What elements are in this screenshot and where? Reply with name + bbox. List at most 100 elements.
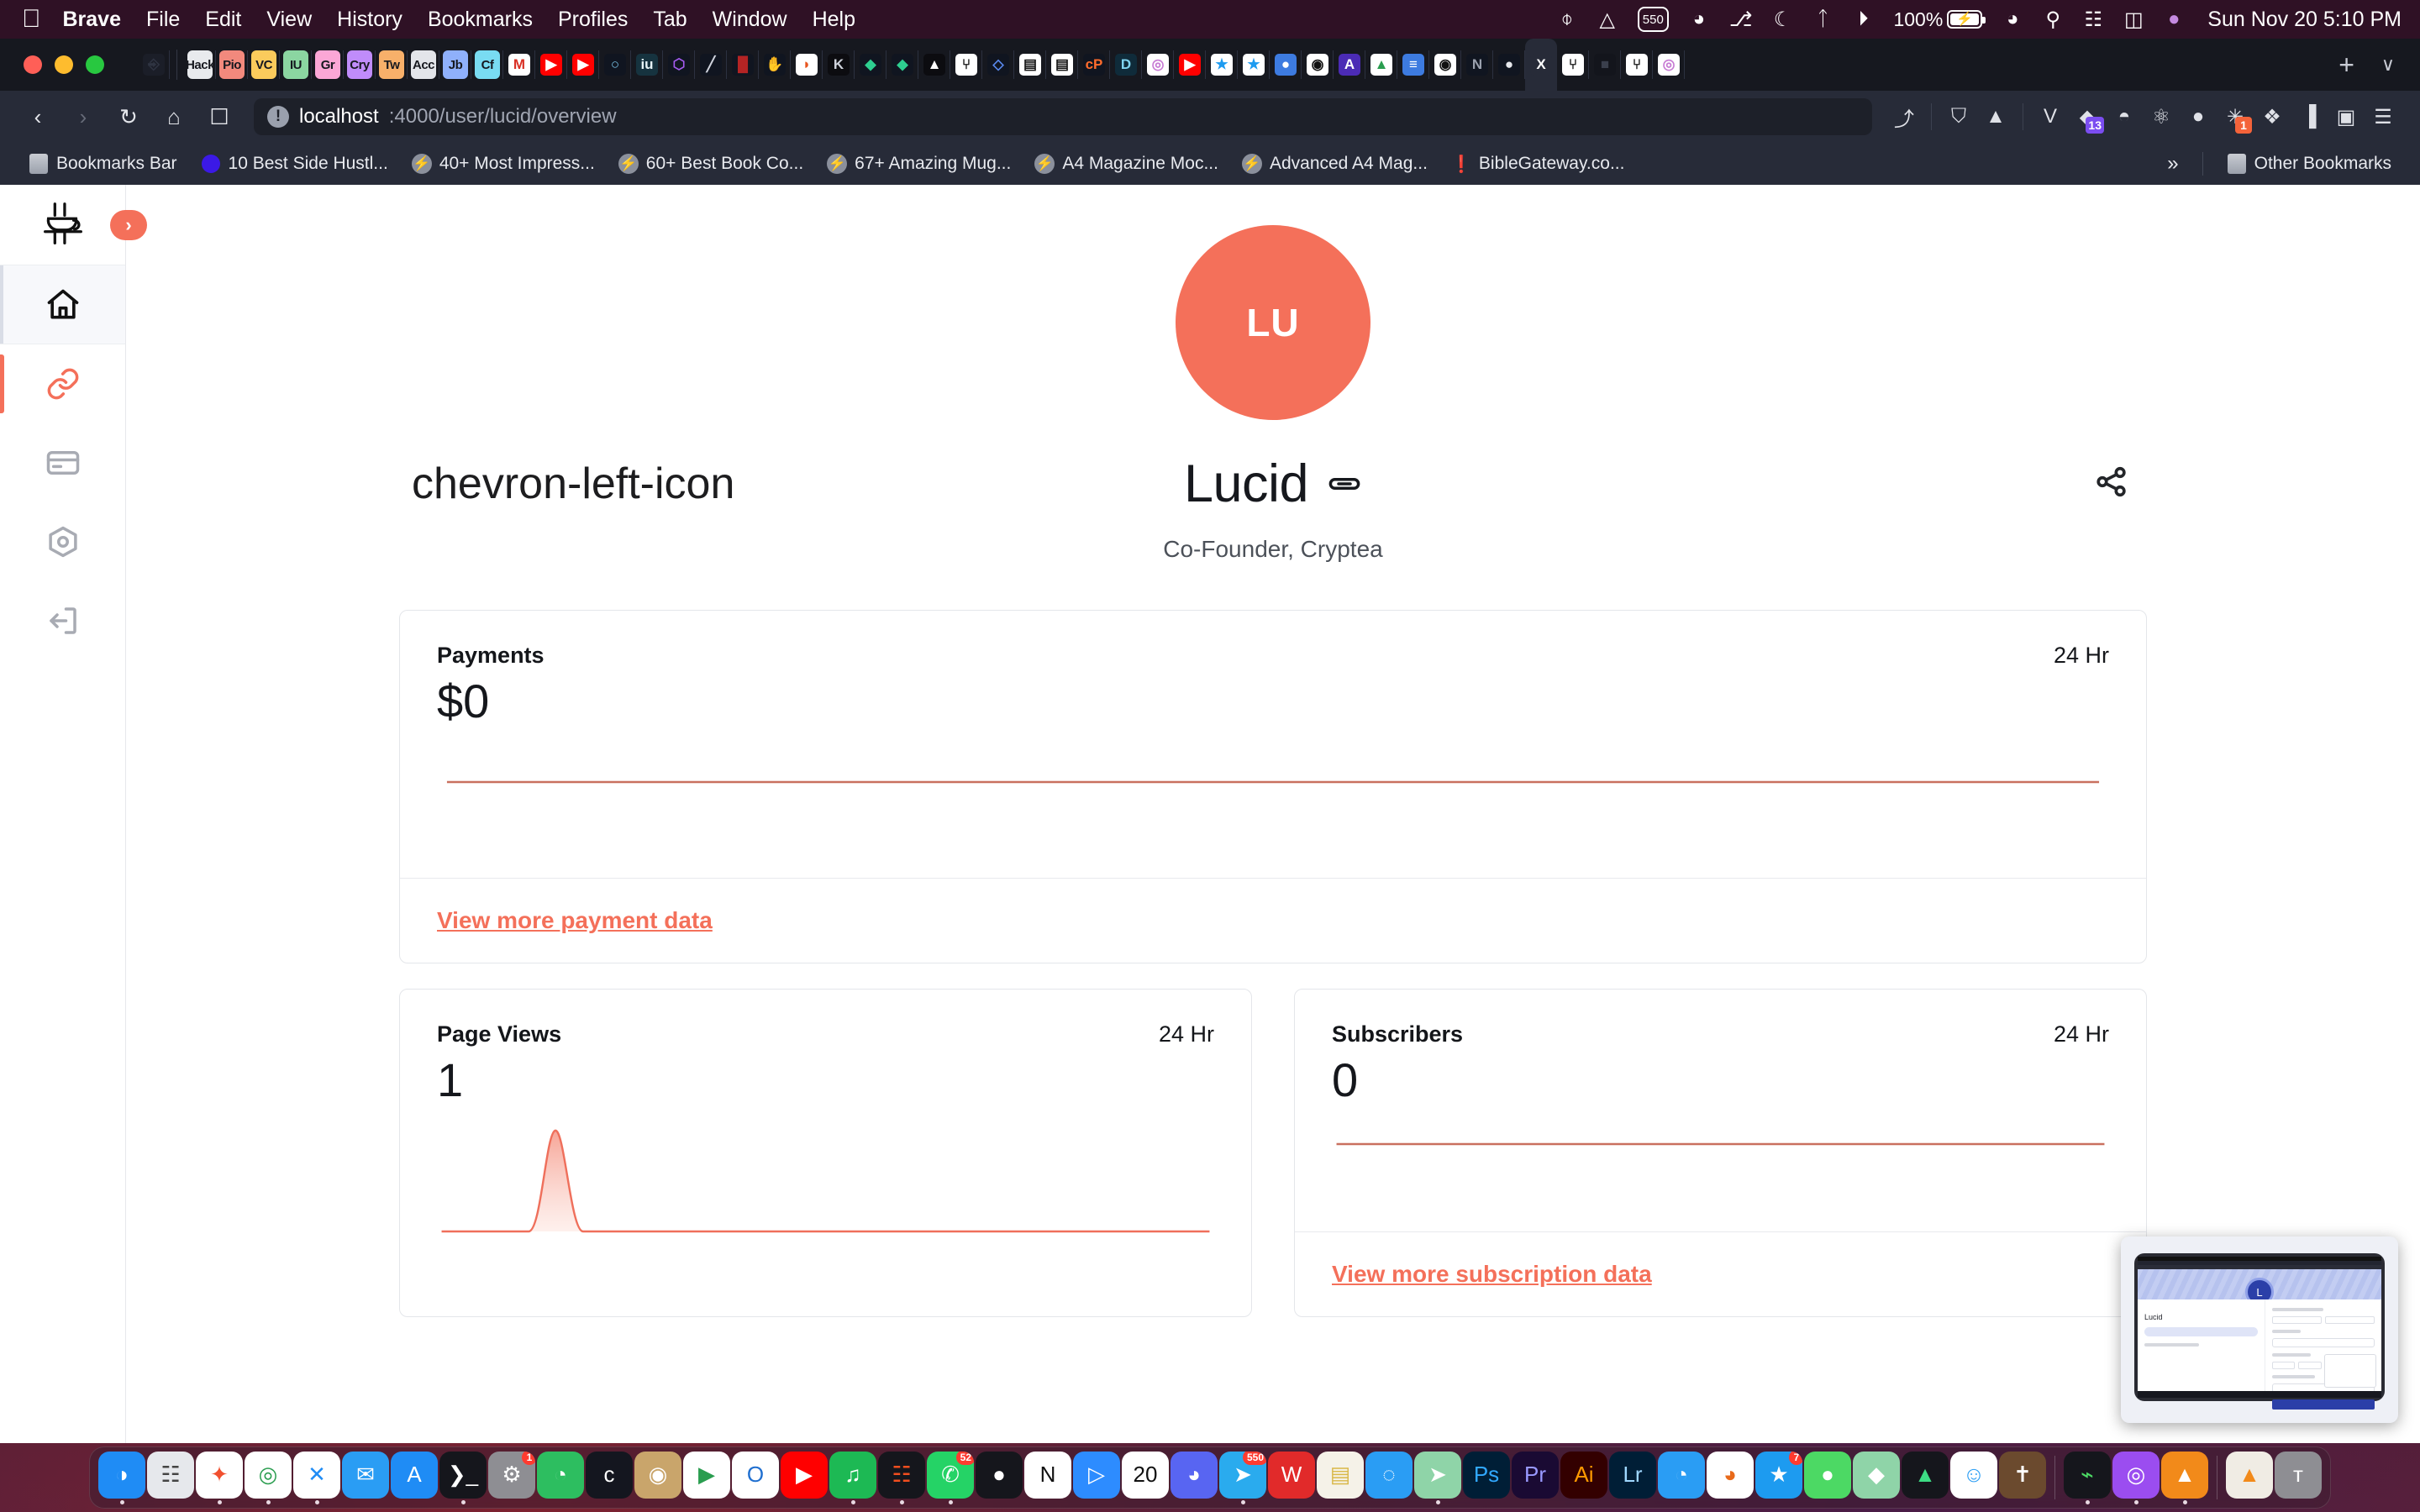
dock-item[interactable]: ▶ [683, 1451, 730, 1504]
tab-youtube-2[interactable]: ▶ [567, 39, 599, 91]
wmv-file-icon[interactable]: ▲ [2226, 1451, 2273, 1499]
activity-monitor-icon[interactable]: ⌁ [2064, 1451, 2111, 1499]
dock-item[interactable]: Ps [1463, 1451, 1510, 1504]
menu-item-brave[interactable]: Brave [63, 8, 122, 32]
tab-lucid-plug[interactable]: ⑂ [1557, 39, 1589, 91]
figma-icon[interactable]: ☷ [878, 1451, 925, 1499]
dock-item[interactable]: ◌ [1365, 1451, 1413, 1504]
display-icon[interactable]: ◫ [2123, 7, 2144, 32]
tab-k-circle[interactable]: K [823, 39, 855, 91]
bookmarks-overflow-button[interactable]: » [2155, 152, 2190, 176]
siri-icon[interactable]: ● [2164, 7, 2184, 32]
dock-item[interactable]: ● [1804, 1451, 1851, 1504]
brave-icon[interactable]: ✦ [196, 1451, 243, 1499]
illustrator-icon[interactable]: Ai [1560, 1451, 1607, 1499]
tab-youtube-3[interactable]: ▶ [1174, 39, 1206, 91]
address-bar[interactable]: ! localhost:4000/user/lucid/overview [254, 98, 1872, 135]
tab-twitter[interactable]: ★ [1206, 39, 1238, 91]
tab-twitter-2[interactable]: ★ [1238, 39, 1270, 91]
bookmark-item[interactable]: ⚡ A4 Magazine Moc... [1023, 154, 1230, 174]
tab-google-drive[interactable]: ▲ [1365, 39, 1397, 91]
brave-shields-icon[interactable]: ⛉ [1940, 98, 1977, 135]
subscribers-card-period[interactable]: 24 Hr [2054, 1021, 2109, 1047]
minimize-window-button[interactable] [55, 55, 73, 74]
sidebar-panel-icon[interactable]: ▐ [2291, 98, 2328, 135]
traffic-cone-icon[interactable]: △ [1597, 7, 1618, 32]
dock-item[interactable]: ✝ [1999, 1451, 2046, 1504]
control-center-icon[interactable]: ☷ [2083, 7, 2103, 32]
bookmark-item[interactable]: 10 Best Side Hustl... [189, 154, 400, 174]
app-logo[interactable]: › [0, 185, 147, 265]
twitter-icon[interactable]: ★ 7 [1755, 1451, 1802, 1499]
sparkle-extension-icon[interactable]: ✳ 1 [2217, 98, 2254, 135]
menu-item-file[interactable]: File [146, 8, 180, 32]
headphones-icon[interactable]: ⎇ [1729, 7, 1753, 32]
bookmark-this-page-button[interactable]: ☐ [200, 97, 239, 136]
dock-item[interactable]: A [391, 1451, 438, 1504]
calculator-icon[interactable]: c [586, 1451, 633, 1499]
mail-icon[interactable]: ✉ [342, 1451, 389, 1499]
dock-item[interactable]: ⌁ [2064, 1451, 2111, 1504]
tab-vc[interactable]: VC [248, 39, 280, 91]
dock-item[interactable]: ▶ [781, 1451, 828, 1504]
back-chevron-icon[interactable]: chevron-left-icon [412, 462, 734, 506]
lightroom-icon[interactable]: Lr [1609, 1451, 1656, 1499]
forward-button[interactable]: › [64, 97, 103, 136]
view-more-subscription-data-link[interactable]: View more subscription data [1332, 1261, 1652, 1287]
maps-icon[interactable]: ➤ [1414, 1451, 1461, 1499]
vercel-icon[interactable]: V [2032, 98, 2069, 135]
sidebar-item-home[interactable] [0, 265, 125, 344]
dock-item[interactable]: ✉ [342, 1451, 389, 1504]
new-tab-button[interactable]: + [2325, 50, 2368, 81]
premiere-icon[interactable]: Pr [1512, 1451, 1559, 1499]
discord-icon[interactable]: ◕ [1171, 1451, 1218, 1499]
dock-item[interactable]: ❯_ [439, 1451, 487, 1504]
system-settings-icon[interactable]: ⚙ 1 [488, 1451, 535, 1499]
headphones-pair-icon[interactable]: ◕ [1689, 7, 1709, 32]
share-button[interactable] [2093, 464, 2130, 505]
tab-iu[interactable]: iu [631, 39, 663, 91]
chain-link-icon[interactable] [1327, 466, 1362, 501]
dock-item[interactable]: ☺ [1950, 1451, 1997, 1504]
window-controls[interactable] [24, 55, 104, 74]
share-icon[interactable]: ⤴ [1886, 98, 1923, 135]
tab-cmyk-2[interactable]: ▤ [1046, 39, 1078, 91]
dock-item[interactable]: ◉ [634, 1451, 681, 1504]
google-meet-icon[interactable]: ▶ [683, 1451, 730, 1499]
dock-item[interactable]: ᴛ [2275, 1451, 2322, 1504]
podcast-app-icon[interactable]: ◉ [634, 1451, 681, 1499]
payments-card-period[interactable]: 24 Hr [2054, 643, 2109, 669]
dock-item[interactable]: ◑ [98, 1451, 145, 1504]
messages-icon[interactable]: ● [1804, 1451, 1851, 1499]
tab-youtube[interactable]: ▶ [535, 39, 567, 91]
dock-item[interactable]: ➤ [1414, 1451, 1461, 1504]
tab-cry[interactable]: Cry [344, 39, 376, 91]
dock-item[interactable]: ◔ [537, 1451, 584, 1504]
finder-icon[interactable]: ◑ [98, 1451, 145, 1499]
extensions-puzzle-icon[interactable]: ❖ [2254, 98, 2291, 135]
550-meter-icon[interactable]: 550 [1637, 7, 1669, 32]
dock-item[interactable]: c [586, 1451, 633, 1504]
ghost-wallet-icon[interactable]: ● [2180, 98, 2217, 135]
android-studio-icon[interactable]: ▲ [1902, 1451, 1949, 1499]
wps-icon[interactable]: W [1268, 1451, 1315, 1499]
tab-d[interactable]: D [1110, 39, 1142, 91]
dock-item[interactable]: Pr [1512, 1451, 1559, 1504]
tab-gr[interactable]: Gr [312, 39, 344, 91]
tab-jb[interactable]: Jb [439, 39, 471, 91]
wifi-icon[interactable]: ◕ [2002, 7, 2023, 32]
dock-item[interactable]: W [1268, 1451, 1315, 1504]
dock-item[interactable]: ☷ [878, 1451, 925, 1504]
tab-pio[interactable]: Pio [216, 39, 248, 91]
moon-icon[interactable]: ☾ [1772, 7, 1792, 32]
expand-sidebar-button[interactable]: › [110, 209, 147, 240]
tab-google-docs[interactable]: ≡ [1397, 39, 1429, 91]
terminal-icon[interactable]: ❯_ [439, 1451, 487, 1499]
tab-search-chevron-icon[interactable]: ∨ [2368, 54, 2408, 76]
menu-item-history[interactable]: History [337, 8, 402, 32]
menubar-clock[interactable]: Sun Nov 20 5:10 PM [2207, 8, 2402, 32]
reload-button[interactable]: ↻ [109, 97, 148, 136]
bookmark-item[interactable]: ⚡ Advanced A4 Mag... [1230, 154, 1439, 174]
evernote-icon[interactable]: ◔ [537, 1451, 584, 1499]
tab-cmyk[interactable]: ▤ [1014, 39, 1046, 91]
